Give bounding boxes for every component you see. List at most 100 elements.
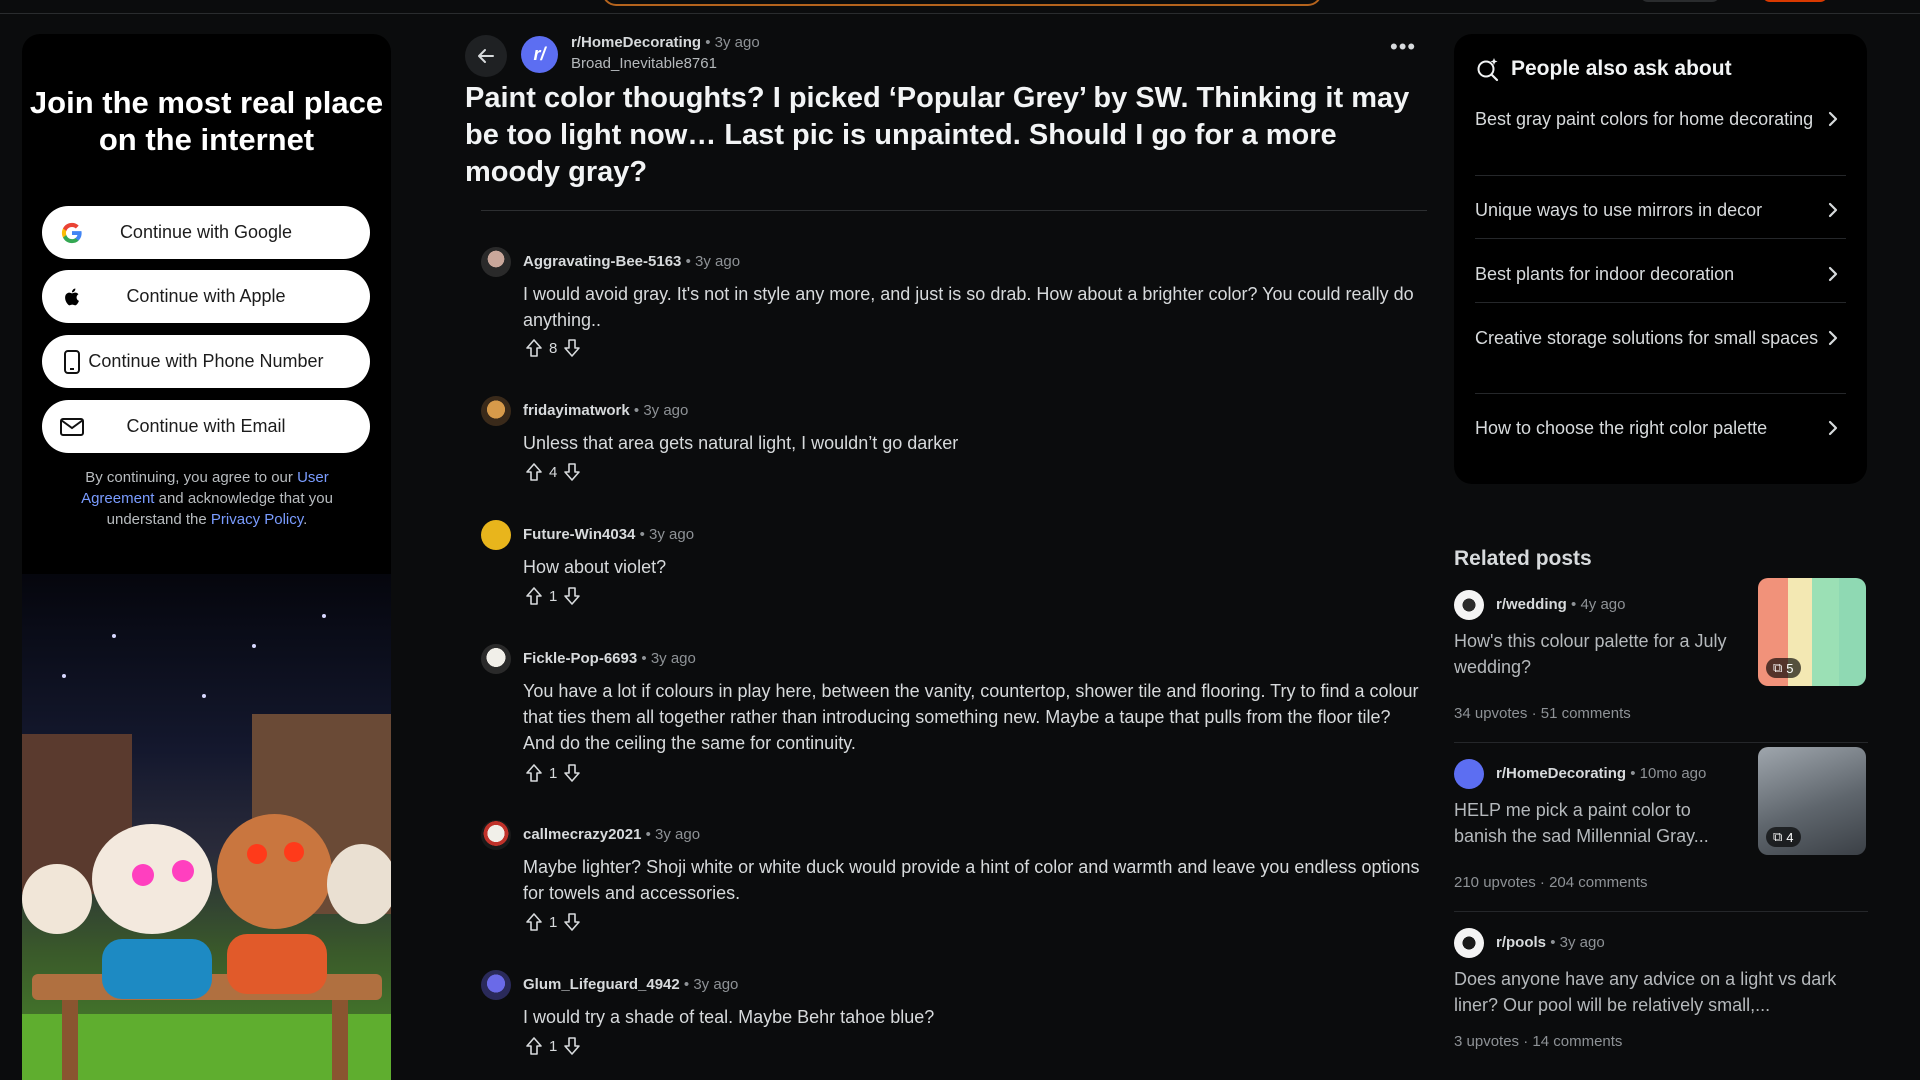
gallery-badge: ⧉ 5 [1766,658,1801,678]
divider [1475,175,1846,176]
subreddit-link[interactable]: r/wedding [1496,596,1567,613]
related-post-stats: 3 upvotes · 14 comments [1454,1033,1622,1050]
vote-count: 1 [549,913,558,931]
related-post-title[interactable]: Does anyone have any advice on a light v… [1454,966,1864,1018]
ask-item[interactable]: Best plants for indoor decoration [1475,261,1846,287]
downvote-icon[interactable] [561,337,583,359]
ask-item[interactable]: Unique ways to use mirrors in decor [1475,197,1846,223]
more-options-icon[interactable]: ••• [1390,36,1415,58]
post-title: Paint color thoughts? I picked ‘Popular … [465,82,1410,188]
privacy-policy-link[interactable]: Privacy Policy [211,511,303,528]
subreddit-avatar [1454,928,1484,958]
ask-item[interactable]: How to choose the right color palette [1475,415,1846,441]
comment-author[interactable]: callmecrazy2021 [523,826,641,843]
chevron-right-icon [1828,330,1838,346]
vote-count: 4 [549,463,558,481]
related-post-thumbnail[interactable]: ⧉ 4 [1758,747,1866,855]
related-post-stats: 210 upvotes · 204 comments [1454,874,1647,891]
comment-header: Glum_Lifeguard_4942 • 3y ago [523,976,738,993]
meta-separator: • [685,253,691,270]
legal-text: By continuing, you agree to our User Agr… [62,467,352,530]
email-button-label: Continue with Email [126,416,286,436]
upvote-icon[interactable] [523,461,545,483]
related-post-title[interactable]: HELP me pick a paint color to banish the… [1454,797,1744,849]
comment-author[interactable]: fridayimatwork [523,402,630,419]
related-post-meta: r/pools • 3y ago [1496,934,1605,951]
downvote-icon[interactable] [561,461,583,483]
continue-with-apple-button[interactable]: Continue with Apple [42,270,370,323]
upvote-icon[interactable] [523,911,545,933]
comment-author[interactable]: Glum_Lifeguard_4942 [523,976,680,993]
related-post-meta: r/HomeDecorating • 10mo ago [1496,765,1706,782]
stat-separator: · [1523,1033,1529,1050]
avatar[interactable] [481,820,511,850]
comment-age: 3y ago [655,826,701,843]
ask-item-label: Best gray paint colors for home decorati… [1475,109,1814,129]
avatar[interactable] [481,520,511,550]
upvote-icon[interactable] [523,1035,545,1057]
header-button[interactable] [1640,0,1720,2]
comment-age: 3y ago [695,253,741,270]
comment-author[interactable]: Future-Win4034 [523,526,635,543]
subreddit-link[interactable]: r/HomeDecorating [571,34,701,51]
avatar[interactable] [481,644,511,674]
downvote-icon[interactable] [561,762,583,784]
comment-author[interactable]: Fickle-Pop-6693 [523,650,637,667]
related-post-title[interactable]: How's this colour palette for a July wed… [1454,628,1744,680]
mail-icon [60,415,84,439]
avatar[interactable] [481,396,511,426]
comment-body: You have a lot if colours in play here, … [523,681,1419,753]
meta-separator: • [1571,596,1577,613]
people-also-ask-panel: People also ask about Best gray paint co… [1454,34,1867,484]
meta-separator: • [683,976,690,993]
login-button[interactable] [1762,0,1828,2]
comment-header: callmecrazy2021 • 3y ago [523,826,700,843]
upvote-icon[interactable] [523,762,545,784]
divider [1475,238,1846,239]
search-bar-edge[interactable] [602,0,1322,6]
comment-body: I would try a shade of teal. Maybe Behr … [523,1007,935,1027]
search-sparkle-icon [1477,58,1499,82]
post-author[interactable]: Broad_Inevitable8761 [571,55,717,72]
downvote-icon[interactable] [561,585,583,607]
divider [1475,393,1846,394]
continue-with-email-button[interactable]: Continue with Email [42,400,370,453]
avatar[interactable] [481,247,511,277]
meta-separator: • [705,34,711,51]
continue-with-google-button[interactable]: Continue with Google [42,206,370,259]
avatar[interactable] [481,970,511,1000]
comment-age: 3y ago [649,526,695,543]
google-button-label: Continue with Google [119,222,293,242]
related-post-age: 10mo ago [1639,765,1707,782]
comment-count: 14 comments [1532,1033,1623,1050]
signup-panel: Join the most real place on the internet… [22,34,391,1080]
related-post-thumbnail[interactable]: ⧉ 5 [1758,578,1866,686]
subreddit-avatar[interactable]: r/ [521,36,558,73]
chevron-right-icon [1828,111,1838,127]
gallery-count: 4 [1786,829,1794,845]
stat-separator: · [1531,705,1537,722]
apple-icon [60,285,84,309]
ask-item[interactable]: Best gray paint colors for home decorati… [1475,106,1846,132]
ask-item-label: Creative storage solutions for small spa… [1475,328,1819,348]
subreddit-link[interactable]: r/HomeDecorating [1496,765,1626,782]
back-button[interactable] [465,35,507,77]
arrow-left-icon [478,49,494,63]
upvote-icon[interactable] [523,585,545,607]
continue-with-phone-button[interactable]: Continue with Phone Number [42,335,370,388]
downvote-icon[interactable] [561,1035,583,1057]
comment-body: I would avoid gray. It's not in style an… [523,284,1414,330]
divider [1454,911,1868,912]
subreddit-link[interactable]: r/pools [1496,934,1546,951]
comment-author[interactable]: Aggravating-Bee-5163 [523,253,681,270]
upvote-icon[interactable] [523,337,545,359]
divider [481,210,1427,211]
heading-text: People also ask about [1511,57,1732,80]
chevron-right-icon [1828,202,1838,218]
comment-count: 204 comments [1549,874,1648,891]
subreddit-avatar-text: r/ [533,44,546,64]
phone-button-label: Continue with Phone Number [88,351,324,371]
meta-separator: • [1630,765,1636,782]
downvote-icon[interactable] [561,911,583,933]
ask-item[interactable]: Creative storage solutions for small spa… [1475,325,1846,351]
